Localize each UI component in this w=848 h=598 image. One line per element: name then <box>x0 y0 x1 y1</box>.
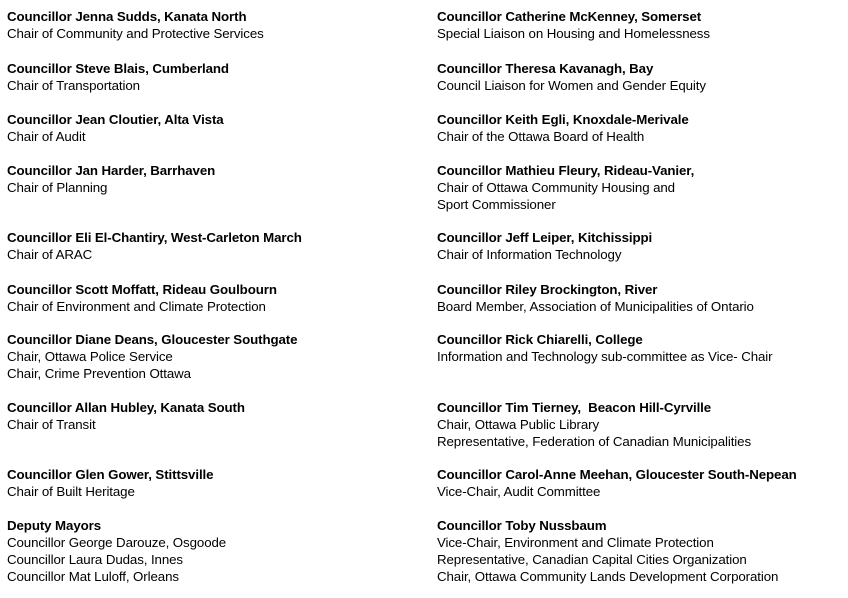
councillor-role: Chair of Environment and Climate Protect… <box>7 299 266 314</box>
councillor-role: Vice-Chair, Environment and Climate Prot… <box>437 535 714 550</box>
councillor-entry: Councillor Theresa Kavanagh, Bay Council … <box>437 60 848 94</box>
councillor-role: Chair of Built Heritage <box>7 484 135 499</box>
councillor-name: Councillor Theresa Kavanagh, Bay <box>437 61 654 76</box>
councillor-entry: Councillor Scott Moffatt, Rideau Goulbou… <box>7 281 419 315</box>
councillor-role: Chair of Information Technology <box>437 247 622 262</box>
councillor-name: Councillor Keith Egli, Knoxdale-Merivale <box>437 112 689 127</box>
councillor-entry: Councillor Jeff Leiper, Kitchissippi Chai… <box>437 229 848 263</box>
councillor-entry: Councillor Steve Blais, Cumberland Chair … <box>7 60 419 94</box>
councillor-role: Sport Commissioner <box>437 197 556 212</box>
councillor-entry: Councillor Glen Gower, Stittsville Chair … <box>7 466 419 500</box>
councillor-entry: Councillor Carol-Anne Meehan, Gloucester… <box>437 466 848 500</box>
councillor-role: Chair, Ottawa Police Service <box>7 349 173 364</box>
councillor-role: Chair of the Ottawa Board of Health <box>437 129 645 144</box>
councillor-role: Chair of Planning <box>7 180 108 195</box>
councillor-name: Councillor Eli El-Chantiry, West-Carleto… <box>7 230 302 245</box>
councillor-name: Councillor Allan Hubley, Kanata South <box>7 400 245 415</box>
councillor-entry: Councillor Tim Tierney, Beacon Hill-Cyrv… <box>437 399 848 450</box>
councillor-entry: Councillor Keith Egli, Knoxdale-Merivale… <box>437 111 848 145</box>
councillor-role: Chair of Ottawa Community Housing and <box>437 180 675 195</box>
councillor-name: Councillor Jeff Leiper, Kitchissippi <box>437 230 653 245</box>
councillor-role: Council Liaison for Women and Gender Equ… <box>437 78 706 93</box>
councillor-name: Councillor Riley Brockington, River <box>437 282 658 297</box>
councillor-entry: Councillor Allan Hubley, Kanata South Cha… <box>7 399 419 433</box>
councillor-role: Councillor Mat Luloff, Orleans <box>7 569 179 584</box>
councillor-role: Chair of ARAC <box>7 247 93 262</box>
councillor-role: Chair of Audit <box>7 129 86 144</box>
councillor-role: Councillor George Darouze, Osgoode <box>7 535 227 550</box>
councillor-entry: Councillor Jean Cloutier, Alta Vista Chai… <box>7 111 419 145</box>
councillor-role: Representative, Canadian Capital Cities … <box>437 552 747 567</box>
councillor-entry: Councillor Rick Chiarelli, College Inform… <box>437 331 848 365</box>
councillor-entry: Councillor Diane Deans, Gloucester South… <box>7 331 419 382</box>
councillor-entry: Councillor Toby Nussbaum Vice-Chair, Envi… <box>437 517 848 585</box>
councillor-entry: Councillor Catherine McKenney, Somerset S… <box>437 8 848 42</box>
councillor-role: Chair of Transit <box>7 417 96 432</box>
councillor-name: Councillor Jenna Sudds, Kanata North <box>7 9 247 24</box>
councillor-role: Representative, Federation of Canadian M… <box>437 434 752 449</box>
councillor-name: Councillor Rick Chiarelli, College <box>437 332 643 347</box>
councillor-name: Deputy Mayors <box>7 518 102 533</box>
councillor-role: Councillor Laura Dudas, Innes <box>7 552 183 567</box>
councillor-role: Board Member, Association of Municipalit… <box>437 299 754 314</box>
councillor-name: Councillor Mathieu Fleury, Rideau-Vanier… <box>437 163 695 178</box>
councillor-name: Councillor Glen Gower, Stittsville <box>7 467 214 482</box>
document-page: Councillor Jenna Sudds, Kanata North Chai… <box>0 0 848 598</box>
councillor-name: Councillor Steve Blais, Cumberland <box>7 61 229 76</box>
councillor-role: Information and Technology sub-committee… <box>437 349 773 364</box>
councillor-role: Chair, Crime Prevention Ottawa <box>7 366 191 381</box>
councillor-name: Councillor Jean Cloutier, Alta Vista <box>7 112 224 127</box>
councillor-entry: Councillor Eli El-Chantiry, West-Carleto… <box>7 229 419 263</box>
councillor-entry: Councillor Jan Harder, Barrhaven Chair of… <box>7 162 419 196</box>
councillor-role: Chair of Community and Protective Servic… <box>7 26 264 41</box>
councillor-role: Special Liaison on Housing and Homelessn… <box>437 26 710 41</box>
councillor-entry: Councillor Riley Brockington, River Board… <box>437 281 848 315</box>
councillor-role: Chair of Transportation <box>7 78 140 93</box>
councillor-name: Councillor Tim Tierney, Beacon Hill-Cyrv… <box>437 400 712 415</box>
councillor-role: Chair, Ottawa Community Lands Developmen… <box>437 569 779 584</box>
councillor-name: Councillor Scott Moffatt, Rideau Goulbou… <box>7 282 277 297</box>
councillor-entry: Deputy Mayors Councillor George Darouze, … <box>7 517 419 585</box>
councillor-name: Councillor Diane Deans, Gloucester South… <box>7 332 298 347</box>
councillor-role: Chair, Ottawa Public Library <box>437 417 600 432</box>
councillor-entry: Councillor Mathieu Fleury, Rideau-Vanier… <box>437 162 848 213</box>
councillor-name: Councillor Carol-Anne Meehan, Gloucester… <box>437 467 797 482</box>
councillor-name: Councillor Catherine McKenney, Somerset <box>437 9 702 24</box>
councillor-role: Vice-Chair, Audit Committee <box>437 484 601 499</box>
councillor-entry: Councillor Jenna Sudds, Kanata North Chai… <box>7 8 419 42</box>
councillor-name: Councillor Jan Harder, Barrhaven <box>7 163 216 178</box>
councillor-name: Councillor Toby Nussbaum <box>437 518 607 533</box>
